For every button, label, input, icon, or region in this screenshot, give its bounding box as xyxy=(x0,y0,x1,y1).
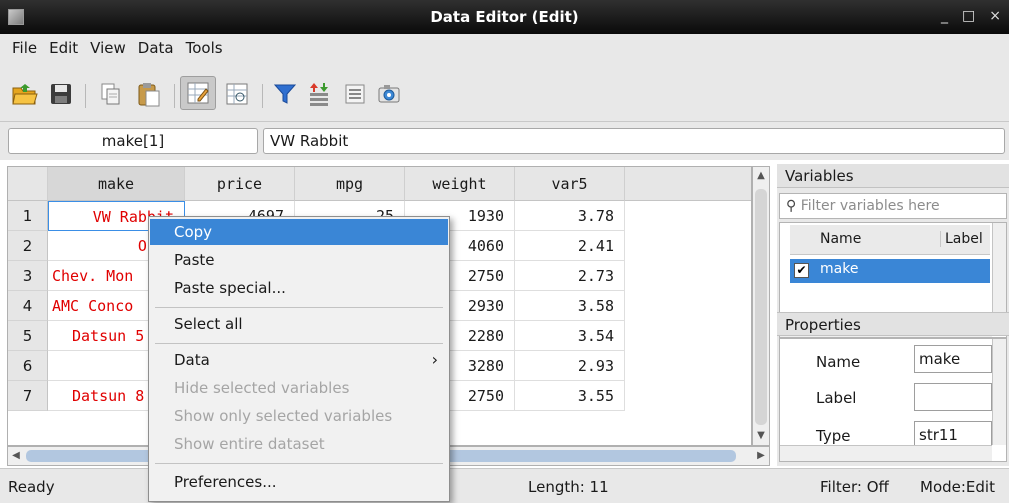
menu-bar: File Edit View Data Tools xyxy=(0,34,1009,62)
close-button[interactable]: × xyxy=(989,8,1001,24)
status-mode: Mode:Edit xyxy=(920,478,995,496)
maximize-button[interactable]: □ xyxy=(962,8,975,24)
search-icon: ⚲ xyxy=(786,198,797,214)
row-header[interactable]: 3 xyxy=(8,261,48,291)
cell-var5[interactable]: 2.41 xyxy=(515,231,625,261)
menu-item-show-only-selected: Show only selected variables xyxy=(174,407,393,425)
menu-view[interactable]: View xyxy=(84,39,132,57)
property-name-label: Name xyxy=(816,353,861,371)
menu-data[interactable]: Data xyxy=(132,39,180,57)
window-title: Data Editor (Edit) xyxy=(430,8,579,26)
edit-mode-icon[interactable] xyxy=(180,76,216,110)
status-ready: Ready xyxy=(8,478,55,496)
cell-var5[interactable]: 3.58 xyxy=(515,291,625,321)
menu-item-paste[interactable]: Paste xyxy=(150,247,448,273)
menu-item-show-entire-dataset: Show entire dataset xyxy=(174,435,325,453)
row-header[interactable]: 1 xyxy=(8,201,48,231)
properties-horizontal-scrollbar[interactable] xyxy=(780,445,992,461)
window-controls: _ □ × xyxy=(941,8,1001,24)
cell-value-input[interactable]: VW Rabbit xyxy=(263,128,1005,154)
checkbox-icon[interactable]: ✔ xyxy=(794,263,809,278)
scroll-up-icon[interactable]: ▲ xyxy=(755,169,767,183)
menu-item-select-all[interactable]: Select all xyxy=(150,311,448,337)
side-panel: Variables ⚲ Filter variables here Name L… xyxy=(777,164,1009,466)
menu-item-data-label: Data xyxy=(174,351,210,369)
column-header-mpg[interactable]: mpg xyxy=(295,167,405,201)
menu-edit[interactable]: Edit xyxy=(43,39,84,57)
menu-separator xyxy=(155,463,443,464)
column-header-price[interactable]: price xyxy=(185,167,295,201)
menu-item-paste-special[interactable]: Paste special... xyxy=(150,275,448,301)
scrollbar-thumb[interactable] xyxy=(755,189,767,425)
row-header[interactable]: 7 xyxy=(8,381,48,411)
filter-icon[interactable] xyxy=(270,80,300,108)
property-label-label: Label xyxy=(816,389,857,407)
save-icon[interactable] xyxy=(46,80,76,108)
column-header-label[interactable]: Label xyxy=(940,231,983,247)
toolbar-separator xyxy=(262,84,263,108)
menu-separator xyxy=(155,343,443,344)
row-header[interactable]: 5 xyxy=(8,321,48,351)
toolbar xyxy=(0,62,1009,122)
scroll-down-icon[interactable]: ▼ xyxy=(755,429,767,443)
properties-panel-title: Properties xyxy=(777,312,1009,336)
cell-var5[interactable]: 3.54 xyxy=(515,321,625,351)
row-header[interactable]: 4 xyxy=(8,291,48,321)
menu-separator xyxy=(155,307,443,308)
variables-panel-title: Variables xyxy=(777,164,1009,188)
copy-icon[interactable] xyxy=(96,80,126,108)
cell-var5[interactable]: 3.78 xyxy=(515,201,625,231)
variables-list-header: Name Label xyxy=(790,225,990,255)
toolbar-separator xyxy=(174,84,175,108)
cell-var5[interactable]: 2.93 xyxy=(515,351,625,381)
scroll-right-icon[interactable]: ▶ xyxy=(755,449,767,463)
browse-mode-icon[interactable] xyxy=(222,80,252,108)
cell-var5[interactable]: 3.55 xyxy=(515,381,625,411)
context-menu: Copy Paste Paste special... Select all D… xyxy=(148,216,450,502)
variable-name: make xyxy=(820,261,859,277)
property-name-field[interactable]: make xyxy=(914,345,992,373)
status-filter: Filter: Off xyxy=(820,478,889,496)
chevron-right-icon: › xyxy=(431,350,438,369)
cell-var5[interactable]: 2.73 xyxy=(515,261,625,291)
cell-address-bar: make[1] VW Rabbit xyxy=(0,122,1009,160)
properties-vertical-scrollbar[interactable] xyxy=(992,339,1006,445)
menu-item-preferences[interactable]: Preferences... xyxy=(150,469,448,495)
menu-item-hide-selected-variables: Hide selected variables xyxy=(174,379,350,397)
toolbar-separator xyxy=(85,84,86,108)
paste-icon[interactable] xyxy=(134,80,164,108)
menu-tools[interactable]: Tools xyxy=(180,39,229,57)
title-bar: Data Editor (Edit) _ □ × xyxy=(0,0,1009,34)
menu-item-data[interactable]: Data › xyxy=(150,347,448,373)
variable-row[interactable]: ✔ make xyxy=(790,259,990,283)
variable-manager-icon[interactable] xyxy=(304,80,334,108)
column-header-make[interactable]: make xyxy=(48,167,185,201)
status-length: Length: 11 xyxy=(528,478,609,496)
column-header-empty[interactable] xyxy=(625,167,751,201)
column-header-weight[interactable]: weight xyxy=(405,167,515,201)
property-label-field[interactable] xyxy=(914,383,992,411)
row-header[interactable]: 2 xyxy=(8,231,48,261)
open-icon[interactable] xyxy=(10,80,40,108)
scroll-left-icon[interactable]: ◀ xyxy=(10,449,22,463)
filter-placeholder: Filter variables here xyxy=(800,198,940,214)
corner-header[interactable] xyxy=(8,167,48,201)
column-header-var5[interactable]: var5 xyxy=(515,167,625,201)
menu-item-copy[interactable]: Copy xyxy=(150,219,448,245)
grid-vertical-scrollbar[interactable]: ▲ ▼ xyxy=(752,166,770,446)
variables-list-vertical-scrollbar[interactable] xyxy=(992,223,1006,323)
cell-reference-box[interactable]: make[1] xyxy=(8,128,258,154)
snapshot-icon[interactable] xyxy=(374,80,404,108)
minimize-button[interactable]: _ xyxy=(941,8,948,24)
filter-variables-input[interactable]: ⚲ Filter variables here xyxy=(779,193,1007,219)
row-header[interactable]: 6 xyxy=(8,351,48,381)
column-header-name[interactable]: Name xyxy=(820,231,861,247)
property-type-label: Type xyxy=(816,427,851,445)
properties-grid: Name make Label Type str11 xyxy=(779,338,1007,462)
properties-icon[interactable] xyxy=(340,80,370,108)
menu-file[interactable]: File xyxy=(6,39,43,57)
